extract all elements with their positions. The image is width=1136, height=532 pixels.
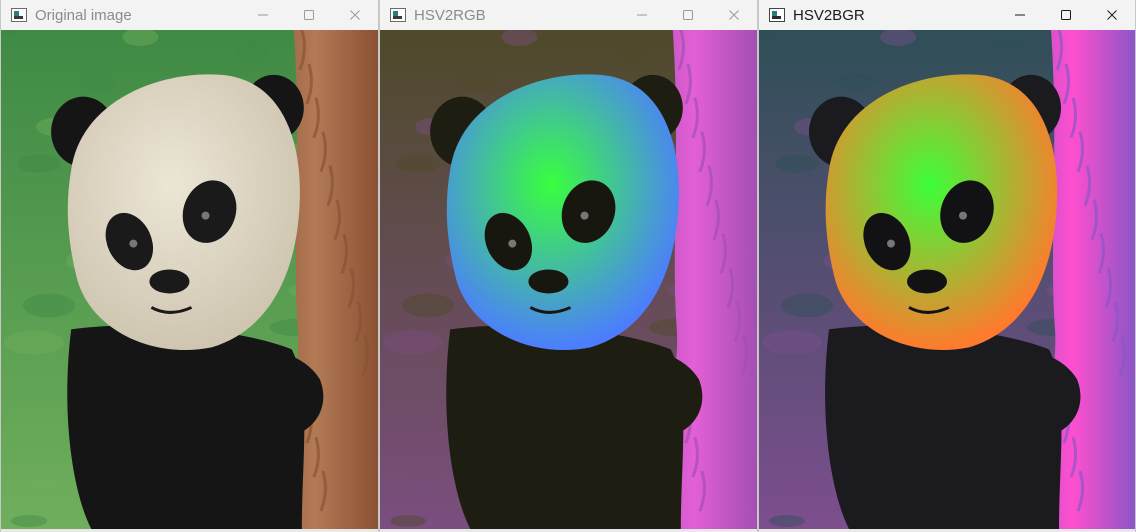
- panda-image: [759, 30, 1135, 529]
- maximize-icon: [683, 10, 693, 20]
- close-button[interactable]: [332, 0, 378, 30]
- minimize-button[interactable]: [619, 0, 665, 30]
- title-bar[interactable]: HSV2BGR: [759, 0, 1135, 30]
- panda-image: [1, 30, 378, 529]
- grass-texture: [30, 478, 59, 491]
- minimize-icon: [637, 14, 647, 16]
- grass-texture: [396, 154, 441, 173]
- panda-eye: [129, 239, 138, 248]
- panda-eye: [508, 239, 517, 248]
- window-hsv2rgb[interactable]: HSV2RGB: [379, 0, 758, 532]
- image-canvas[interactable]: [380, 30, 757, 529]
- window-hsv2bgr[interactable]: HSV2BGR: [758, 0, 1136, 532]
- grass-texture: [781, 293, 833, 318]
- maximize-button[interactable]: [1043, 0, 1089, 30]
- panda-nose: [149, 269, 190, 294]
- grass-texture: [402, 293, 455, 318]
- panda-eye: [201, 211, 210, 220]
- grass-texture: [233, 39, 270, 64]
- grass-texture: [775, 154, 819, 173]
- maximize-button[interactable]: [286, 0, 332, 30]
- image-canvas[interactable]: [1, 30, 378, 529]
- minimize-button[interactable]: [997, 0, 1043, 30]
- grass-texture: [991, 39, 1027, 64]
- window-original-image[interactable]: Original image: [0, 0, 379, 532]
- grass-texture: [612, 39, 649, 64]
- close-icon: [729, 10, 739, 20]
- maximize-icon: [1061, 10, 1071, 20]
- opencv-app-icon: [390, 8, 406, 22]
- panda-eye: [959, 211, 967, 220]
- minimize-button[interactable]: [240, 0, 286, 30]
- grass-texture: [79, 72, 116, 91]
- opencv-app-icon: [769, 8, 785, 22]
- window-title: HSV2RGB: [414, 6, 486, 24]
- close-icon: [350, 10, 360, 20]
- title-bar[interactable]: Original image: [1, 0, 378, 30]
- grass-texture: [11, 515, 48, 528]
- grass-texture: [769, 515, 805, 528]
- title-bar[interactable]: HSV2RGB: [380, 0, 757, 30]
- panda-image: [380, 30, 757, 529]
- close-button[interactable]: [1089, 0, 1135, 30]
- grass-texture: [390, 515, 427, 528]
- panda-nose: [528, 269, 569, 294]
- grass-texture: [4, 330, 65, 355]
- grass-texture: [837, 72, 873, 91]
- desktop: Original image HSV2RGB HSV2BGR: [0, 0, 1136, 532]
- image-canvas[interactable]: [759, 30, 1135, 529]
- window-title: HSV2BGR: [793, 6, 865, 24]
- minimize-icon: [1015, 14, 1025, 16]
- grass-texture: [458, 72, 495, 91]
- maximize-icon: [304, 10, 314, 20]
- grass-texture: [409, 478, 438, 491]
- grass-texture: [17, 154, 62, 173]
- maximize-button[interactable]: [665, 0, 711, 30]
- grass-texture: [762, 330, 822, 355]
- minimize-icon: [258, 14, 268, 16]
- panda-nose: [907, 269, 947, 294]
- panda-eye: [580, 211, 589, 220]
- grass-texture: [23, 293, 76, 318]
- close-icon: [1107, 10, 1117, 20]
- close-button[interactable]: [711, 0, 757, 30]
- opencv-app-icon: [11, 8, 27, 22]
- window-title: Original image: [35, 6, 132, 24]
- panda-eye: [887, 239, 895, 248]
- grass-texture: [788, 478, 816, 491]
- grass-texture: [383, 330, 444, 355]
